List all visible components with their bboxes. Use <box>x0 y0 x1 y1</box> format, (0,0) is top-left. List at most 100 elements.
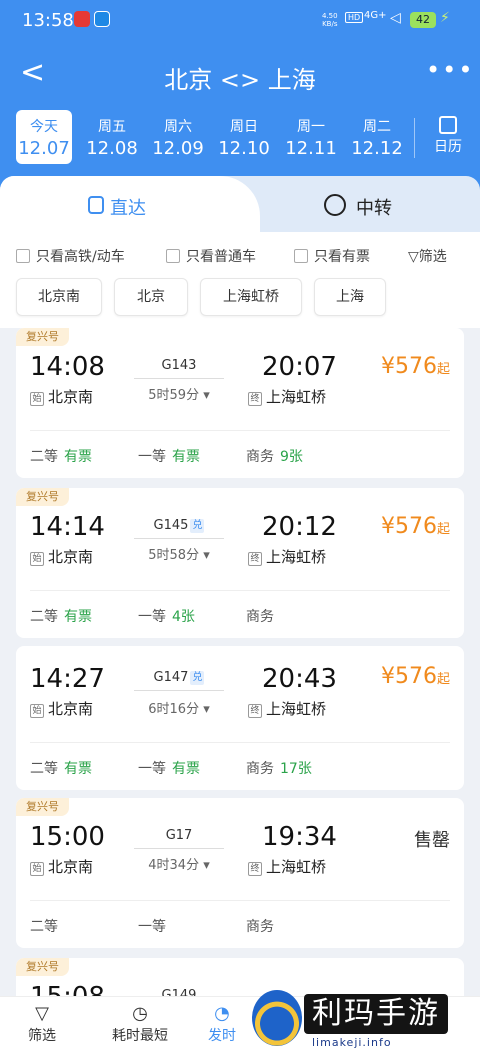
page-title: 北京 <> 上海 <box>164 66 316 94</box>
filter-area: 只看高铁/动车 只看普通车 只看有票 ▽筛选 北京南 北京 上海虹桥 上海 <box>0 232 480 328</box>
seat-first: 一等 4张 <box>138 609 195 625</box>
train-card[interactable]: 复兴号 15:00 G17 4时34分 ▾ 19:34 售罄 始北京南 终上海虹… <box>16 798 464 948</box>
checkbox-high-speed[interactable]: 只看高铁/动车 <box>16 246 125 266</box>
tab-direct[interactable]: 直达 <box>0 176 260 232</box>
seat-second: 二等售罄 <box>30 919 58 935</box>
watermark: 利玛手游 limakeji.info <box>252 990 478 1056</box>
date-item[interactable]: 周一 12.11 <box>283 110 339 164</box>
watermark-text: 利玛手游 <box>304 994 448 1034</box>
bottom-depart-button[interactable]: ◔ 发时 <box>208 1003 236 1045</box>
arrival-station: 终上海虹桥 <box>248 546 326 567</box>
divider <box>30 590 450 591</box>
duration[interactable]: 5时59分 ▾ <box>134 384 224 403</box>
divider <box>30 742 450 743</box>
date-selector: 今天 12.07 周五 12.08 周六 12.09 周日 12.10 周一 1… <box>0 108 480 168</box>
date-item[interactable]: 周二 12.12 <box>349 110 405 164</box>
seat-business: 商务售罄 <box>246 919 274 935</box>
divider <box>414 118 415 158</box>
divider <box>134 848 224 849</box>
sold-out-label: 售罄 <box>414 830 450 851</box>
header: 13:58 4.50 KB/s HD 4G+ ◁ 42 ⚡ < 北京 <> 上海 … <box>0 0 480 200</box>
station-chip[interactable]: 北京南 <box>16 278 102 316</box>
wifi-icon: ◁ <box>390 10 401 26</box>
checkbox-normal-train[interactable]: 只看普通车 <box>166 246 256 266</box>
price: ¥576起 <box>380 354 450 379</box>
tab-bar: 直达 中转 <box>0 176 480 232</box>
app-notification-icon-2 <box>94 11 110 27</box>
bottom-shortest-button[interactable]: ◷ 耗时最短 <box>112 1003 168 1045</box>
seat-business: 商务 17张 <box>246 761 312 777</box>
date-item[interactable]: 周五 12.08 <box>84 110 140 164</box>
train-number: G147 兑 <box>153 670 205 685</box>
calendar-icon <box>439 116 457 134</box>
nav-bar: < 北京 <> 上海 ••• <box>0 48 480 104</box>
price: ¥576起 <box>380 514 450 539</box>
seat-second: 二等 有票 <box>30 609 92 625</box>
departure-time: 14:27 <box>30 664 105 694</box>
arrival-time: 20:12 <box>262 512 337 542</box>
transfer-icon <box>324 194 346 216</box>
hd-icon: HD <box>345 12 364 23</box>
watermark-url: limakeji.info <box>312 1036 392 1049</box>
divider <box>30 430 450 431</box>
train-card[interactable]: 复兴号 14:08 G143 5时59分 ▾ 20:07 ¥576起 始北京南 … <box>16 328 464 478</box>
date-item[interactable]: 周六 12.09 <box>150 110 206 164</box>
watermark-logo <box>252 990 302 1046</box>
fuxing-badge: 复兴号 <box>16 958 69 976</box>
station-chip[interactable]: 上海虹桥 <box>200 278 302 316</box>
funnel-icon: ▽ <box>35 1003 49 1024</box>
departure-time: 14:14 <box>30 512 105 542</box>
exchange-badge: 兑 <box>190 671 205 685</box>
tab-transfer[interactable]: 中转 <box>260 176 480 232</box>
exchange-badge: 兑 <box>190 519 205 533</box>
departure-station: 始北京南 <box>30 386 93 407</box>
arrival-time: 20:07 <box>262 352 337 382</box>
funnel-icon: ▽ <box>408 249 419 265</box>
arrival-time: 19:34 <box>262 822 337 852</box>
calendar-button[interactable]: 日历 <box>426 116 470 156</box>
clock-icon: ◷ <box>132 1003 148 1024</box>
checkbox-available[interactable]: 只看有票 <box>294 246 370 266</box>
seat-second: 二等 有票 <box>30 449 92 465</box>
fuxing-badge: 复兴号 <box>16 488 69 506</box>
signal-icon: 4G+ <box>364 10 387 21</box>
arrival-station: 终上海虹桥 <box>248 856 326 877</box>
train-number: G17 <box>165 828 193 843</box>
train-number: G143 <box>161 358 197 373</box>
charging-icon: ⚡ <box>440 10 450 26</box>
date-item[interactable]: 周日 12.10 <box>216 110 272 164</box>
station-chip[interactable]: 北京 <box>114 278 188 316</box>
departure-station: 始北京南 <box>30 546 93 567</box>
arrival-station: 终上海虹桥 <box>248 386 326 407</box>
sift-button[interactable]: ▽筛选 <box>408 246 447 266</box>
train-card[interactable]: 14:27 G147 兑 6时16分 ▾ 20:43 ¥576起 始北京南 终上海… <box>16 646 464 790</box>
station-chip[interactable]: 上海 <box>314 278 386 316</box>
fuxing-badge: 复兴号 <box>16 328 69 346</box>
departure-station: 始北京南 <box>30 856 93 877</box>
sort-icon: ◔ <box>214 1003 230 1024</box>
battery-icon: 42 <box>410 12 436 28</box>
fuxing-badge: 复兴号 <box>16 798 69 816</box>
net-speed: 4.50 KB/s <box>322 12 338 28</box>
duration[interactable]: 4时34分 ▾ <box>134 854 224 873</box>
duration[interactable]: 5时58分 ▾ <box>134 544 224 563</box>
divider <box>134 378 224 379</box>
date-item-today[interactable]: 今天 12.07 <box>16 110 72 164</box>
seat-first: 一等 有票 <box>138 761 200 777</box>
train-card[interactable]: 复兴号 14:14 G145 兑 5时58分 ▾ 20:12 ¥576起 始北京南… <box>16 488 464 638</box>
bottom-filter-button[interactable]: ▽ 筛选 <box>28 1003 56 1045</box>
divider <box>30 900 450 901</box>
duration[interactable]: 6时16分 ▾ <box>134 698 224 717</box>
status-time: 13:58 <box>22 10 74 31</box>
train-icon <box>88 196 104 214</box>
app-notification-icon <box>74 11 90 27</box>
seat-business: 商务 9张 <box>246 449 303 465</box>
seat-first: 一等售罄 <box>138 919 166 935</box>
divider <box>134 538 224 539</box>
arrival-time: 20:43 <box>262 664 337 694</box>
seat-second: 二等 有票 <box>30 761 92 777</box>
more-button[interactable]: ••• <box>426 56 474 84</box>
departure-time: 14:08 <box>30 352 105 382</box>
divider <box>134 690 224 691</box>
status-bar: 13:58 4.50 KB/s HD 4G+ ◁ 42 ⚡ <box>0 0 480 40</box>
